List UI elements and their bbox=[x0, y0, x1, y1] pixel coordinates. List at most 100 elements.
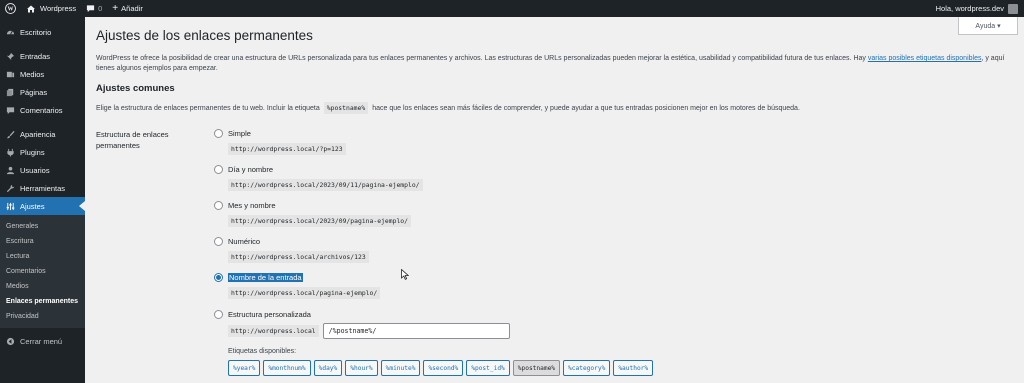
option-label-selected: Nombre de la entrada bbox=[228, 273, 303, 282]
radio-simple[interactable] bbox=[214, 129, 223, 138]
menu-item-ajustes[interactable]: Ajustes bbox=[0, 197, 85, 215]
submenu-item-medios[interactable]: Medios bbox=[0, 279, 85, 294]
comment-bubble-icon bbox=[87, 5, 95, 13]
wrench-icon bbox=[5, 183, 15, 193]
greeting: Hola, wordpress.dev bbox=[935, 4, 1004, 13]
radio-dia-y-nombre[interactable] bbox=[214, 165, 223, 174]
tag-button-year[interactable]: %year% bbox=[228, 360, 261, 376]
option-example: http://wordpress.local/pagina-ejemplo/ bbox=[228, 287, 381, 299]
menu-item-escritorio[interactable]: Escritorio bbox=[0, 23, 85, 41]
option-example: http://wordpress.local/archivos/123 bbox=[228, 251, 369, 263]
available-tags-link[interactable]: varias posibles etiquetas disponibles bbox=[868, 55, 982, 62]
submenu-item-escritura[interactable]: Escritura bbox=[0, 234, 85, 249]
available-tags-label: Etiquetas disponibles: bbox=[228, 348, 297, 355]
option-label: Numérico bbox=[228, 237, 261, 246]
comments-link[interactable]: 0 bbox=[81, 0, 107, 17]
comments-icon bbox=[5, 105, 15, 115]
section-description: Elige la estructura de enlaces permanent… bbox=[96, 102, 800, 114]
menu-item-apariencia[interactable]: Apariencia bbox=[0, 125, 85, 143]
tag-button-minute[interactable]: %minute% bbox=[380, 360, 421, 376]
section-desc-start: Elige la estructura de enlaces permanent… bbox=[96, 104, 320, 112]
option-personalizada-label[interactable]: Estructura personalizada bbox=[214, 310, 656, 319]
new-content-label: Añadir bbox=[121, 4, 143, 13]
radio-nombre-entrada[interactable] bbox=[214, 273, 223, 282]
tag-button-day[interactable]: %day% bbox=[313, 360, 343, 376]
page-title: Ajustes de los enlaces permanentes bbox=[96, 28, 313, 43]
available-tags: %year% %monthnum% %day% %hour% %minute% … bbox=[228, 360, 656, 376]
custom-structure-row: http://wordpress.local /%postname%/ bbox=[228, 323, 656, 339]
main-content: Ayuda ▾ Ajustes de los enlaces permanent… bbox=[85, 17, 1024, 383]
site-name-link[interactable]: Wordpress bbox=[21, 0, 81, 17]
menu-item-usuarios[interactable]: Usuarios bbox=[0, 161, 85, 179]
pages-icon bbox=[5, 87, 15, 97]
menu-item-medios[interactable]: Medios bbox=[0, 65, 85, 83]
tag-button-post-id[interactable]: %post_id% bbox=[466, 360, 510, 376]
option-mes-y-nombre: Mes y nombre http://wordpress.local/2023… bbox=[214, 201, 411, 227]
intro-text: WordPress te ofrece la posibilidad de cr… bbox=[96, 54, 1016, 74]
menu-label: Comentarios bbox=[20, 105, 63, 115]
option-numerico: Numérico http://wordpress.local/archivos… bbox=[214, 237, 369, 263]
option-numerico-label[interactable]: Numérico bbox=[214, 237, 369, 246]
new-content-link[interactable]: + Añadir bbox=[107, 0, 148, 17]
admin-bar: W Wordpress 0 + Añadir Hola, wordpress.d… bbox=[0, 0, 1024, 17]
option-label: Simple bbox=[228, 129, 251, 138]
submenu-item-generales[interactable]: Generales bbox=[0, 219, 85, 234]
permalink-structure-label: Estructura de enlaces permanentes bbox=[96, 130, 169, 150]
custom-prefix: http://wordpress.local bbox=[228, 325, 319, 337]
option-dia-y-nombre-label[interactable]: Día y nombre bbox=[214, 165, 423, 174]
dashboard-icon bbox=[5, 27, 15, 37]
menu-item-entradas[interactable]: Entradas bbox=[0, 47, 85, 65]
option-mes-y-nombre-label[interactable]: Mes y nombre bbox=[214, 201, 411, 210]
help-tab-button[interactable]: Ayuda ▾ bbox=[958, 17, 1018, 35]
site-name: Wordpress bbox=[40, 4, 77, 13]
users-icon bbox=[5, 165, 15, 175]
submenu-item-comentarios[interactable]: Comentarios bbox=[0, 264, 85, 279]
tag-button-second[interactable]: %second% bbox=[423, 360, 464, 376]
tag-button-monthnum[interactable]: %monthnum% bbox=[263, 360, 311, 376]
menu-label: Apariencia bbox=[20, 129, 56, 139]
account-menu[interactable]: Hola, wordpress.dev bbox=[931, 0, 1024, 17]
menu-item-plugins[interactable]: Plugins bbox=[0, 143, 85, 161]
menu-label: Páginas bbox=[20, 87, 48, 97]
tag-button-author[interactable]: %author% bbox=[613, 360, 654, 376]
radio-numerico[interactable] bbox=[214, 237, 223, 246]
settings-submenu: Generales Escritura Lectura Comentarios … bbox=[0, 215, 85, 328]
submenu-item-lectura[interactable]: Lectura bbox=[0, 249, 85, 264]
postname-tag-code: %postname% bbox=[323, 102, 369, 114]
menu-label: Medios bbox=[20, 69, 45, 79]
menu-item-herramientas[interactable]: Herramientas bbox=[0, 179, 85, 197]
radio-mes-y-nombre[interactable] bbox=[214, 201, 223, 210]
menu-label: Entradas bbox=[20, 51, 51, 61]
svg-text:W: W bbox=[7, 7, 13, 13]
submenu-item-enlaces-permanentes[interactable]: Enlaces permanentes bbox=[0, 294, 85, 309]
option-label: Estructura personalizada bbox=[228, 310, 311, 319]
menu-item-paginas[interactable]: Páginas bbox=[0, 83, 85, 101]
menu-label: Plugins bbox=[20, 147, 45, 157]
menu-item-comentarios[interactable]: Comentarios bbox=[0, 101, 85, 119]
option-nombre-entrada-label[interactable]: Nombre de la entrada bbox=[214, 273, 380, 282]
option-label: Mes y nombre bbox=[228, 201, 276, 210]
mouse-cursor-icon bbox=[401, 269, 409, 280]
collapse-menu-button[interactable]: Cerrar menú bbox=[0, 332, 85, 350]
submenu-item-privacidad[interactable]: Privacidad bbox=[0, 309, 85, 324]
option-nombre-entrada: Nombre de la entrada http://wordpress.lo… bbox=[214, 273, 381, 299]
tag-button-hour[interactable]: %hour% bbox=[345, 360, 378, 376]
menu-label: Herramientas bbox=[20, 183, 66, 193]
comments-count: 0 bbox=[98, 4, 103, 13]
tag-button-postname[interactable]: %postname% bbox=[512, 360, 561, 376]
custom-structure-input[interactable]: /%postname%/ bbox=[322, 323, 510, 339]
media-icon bbox=[5, 69, 15, 79]
brush-icon bbox=[5, 129, 15, 139]
avatar bbox=[1008, 3, 1018, 14]
plugin-icon bbox=[5, 147, 15, 157]
settings-icon bbox=[5, 201, 15, 211]
option-example: http://wordpress.local/2023/09/11/pagina… bbox=[228, 179, 423, 191]
option-personalizada: Estructura personalizada http://wordpres… bbox=[214, 310, 656, 376]
wordpress-logo-icon[interactable]: W bbox=[0, 0, 21, 17]
tag-button-category[interactable]: %category% bbox=[563, 360, 611, 376]
radio-personalizada[interactable] bbox=[214, 310, 223, 319]
pin-icon bbox=[5, 51, 15, 61]
option-simple-label[interactable]: Simple bbox=[214, 129, 346, 138]
intro-text-start: WordPress te ofrece la posibilidad de cr… bbox=[96, 55, 868, 62]
section-title: Ajustes comunes bbox=[96, 83, 175, 94]
